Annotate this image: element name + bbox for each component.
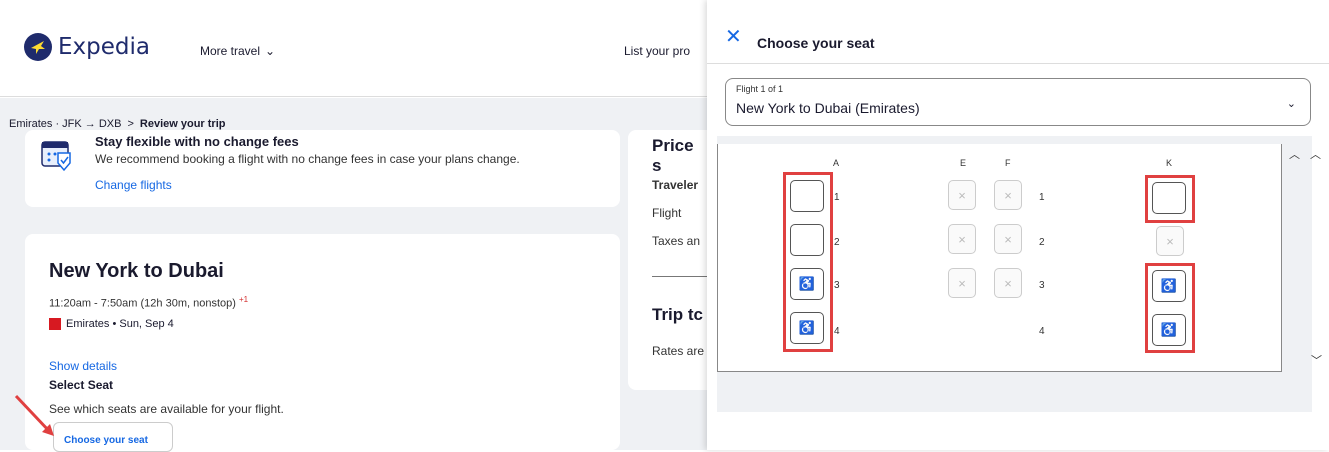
airline-info: Emirates • Sun, Sep 4 xyxy=(49,318,174,330)
select-seat-text: See which seats are available for your f… xyxy=(49,402,284,416)
show-details-link[interactable]: Show details xyxy=(49,359,117,373)
rates-text: Rates are xyxy=(652,344,705,358)
annotation-arrow-icon xyxy=(14,394,54,436)
flex-heading: Stay flexible with no change fees xyxy=(95,134,299,149)
chevron-down-icon: ⌄ xyxy=(1286,98,1296,110)
more-travel-label: More travel xyxy=(200,44,261,58)
scroll-up-icon[interactable]: ︿ xyxy=(1289,146,1300,162)
emirates-logo-icon xyxy=(49,318,61,330)
panel-title: Choose your seat xyxy=(757,35,875,51)
breadcrumb-route[interactable]: Emirates · JFK → DXB xyxy=(9,118,121,130)
breadcrumb-current: Review your trip xyxy=(139,118,226,130)
trip-total-title: Trip tc xyxy=(652,305,704,324)
list-property-link[interactable]: List your pro xyxy=(624,44,706,58)
choose-seat-button[interactable]: Choose your seat xyxy=(53,422,173,452)
column-header-k: K xyxy=(1166,158,1173,168)
change-flights-link[interactable]: Change flights xyxy=(95,178,172,192)
highlight-box xyxy=(783,172,833,352)
breadcrumb: Emirates · JFK → DXB > Review your trip xyxy=(9,118,225,130)
row-number: 3 xyxy=(1039,280,1045,291)
scroll-up-icon[interactable]: ︿ xyxy=(1310,146,1321,162)
breadcrumb-separator: > xyxy=(127,118,134,130)
price-summary-card: Price s Traveler Flight Taxes an Trip tc… xyxy=(628,130,707,390)
seat-3f-unavailable: × xyxy=(994,268,1022,298)
seat-selection-panel: ✕ Choose your seat Flight 1 of 1 New Yor… xyxy=(707,0,1329,450)
price-row-flight: Flight xyxy=(652,206,682,220)
row-number: 3 xyxy=(834,280,840,291)
flight-select-value: New York to Dubai (Emirates) xyxy=(736,100,920,116)
flexible-fees-card: Stay flexible with no change fees We rec… xyxy=(25,130,620,207)
select-seat-heading: Select Seat xyxy=(49,378,114,392)
more-travel-menu[interactable]: More travel ⌄ xyxy=(200,44,275,58)
flight-select[interactable]: Flight 1 of 1 New York to Dubai (Emirate… xyxy=(725,78,1311,126)
row-number: 2 xyxy=(1039,237,1045,248)
row-number: 4 xyxy=(1039,326,1045,337)
price-row-taxes: Taxes an xyxy=(652,234,701,248)
next-day-badge: +1 xyxy=(238,295,249,304)
flight-summary-card: New York to Dubai 11:20am - 7:50am (12h … xyxy=(25,234,620,452)
airline-text: Emirates • Sun, Sep 4 xyxy=(66,318,174,330)
flex-text: We recommend booking a flight with no ch… xyxy=(95,152,520,166)
seat-3e-unavailable: × xyxy=(948,268,976,298)
price-title: Price s xyxy=(652,136,694,175)
row-number: 1 xyxy=(834,192,840,203)
brand-name: Expedia xyxy=(58,34,150,60)
column-header-f: F xyxy=(1005,158,1011,168)
flight-select-label: Flight 1 of 1 xyxy=(736,84,784,94)
highlight-box xyxy=(1145,263,1195,353)
row-number: 1 xyxy=(1039,192,1045,203)
expedia-logo[interactable]: Expedia xyxy=(24,33,150,61)
seat-2e-unavailable: × xyxy=(948,224,976,254)
column-header-a: A xyxy=(833,158,840,168)
panel-header: ✕ Choose your seat xyxy=(707,0,1329,64)
seat-1f-unavailable: × xyxy=(994,180,1022,210)
chevron-down-icon: ⌄ xyxy=(265,44,276,58)
column-header-e: E xyxy=(960,158,967,168)
highlight-box xyxy=(1145,175,1195,223)
flight-time: 11:20am - 7:50am (12h 30m, nonstop) +1 xyxy=(49,295,248,310)
seat-2k-unavailable: × xyxy=(1156,226,1184,256)
divider xyxy=(652,276,707,277)
close-icon[interactable]: ✕ xyxy=(725,27,742,47)
row-number: 4 xyxy=(834,326,840,337)
flight-time-text: 11:20am - 7:50am (12h 30m, nonstop) xyxy=(49,297,236,310)
plane-icon xyxy=(24,33,52,61)
flight-title: New York to Dubai xyxy=(49,260,224,282)
seat-2f-unavailable: × xyxy=(994,224,1022,254)
row-number: 2 xyxy=(834,237,840,248)
seat-1e-unavailable: × xyxy=(948,180,976,210)
calendar-shield-icon xyxy=(41,141,71,172)
price-row-traveler: Traveler xyxy=(652,178,699,192)
scroll-down-icon[interactable]: ﹀ xyxy=(1311,352,1322,368)
